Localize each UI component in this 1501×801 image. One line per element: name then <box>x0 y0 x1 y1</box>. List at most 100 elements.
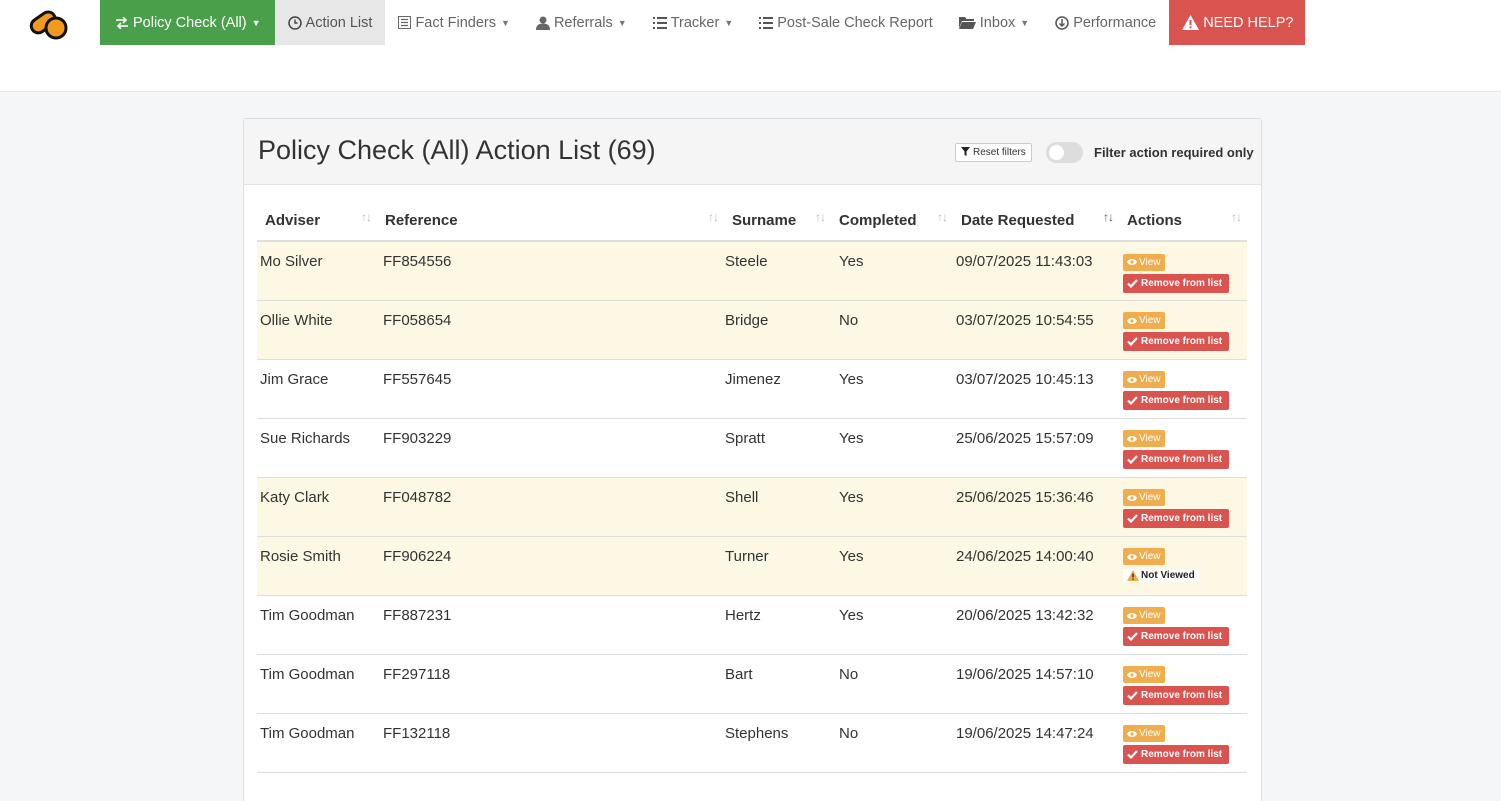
nav-fact-finders-label: Fact Finders <box>415 14 497 31</box>
nav-referrals[interactable]: Referrals ▼ <box>523 0 640 45</box>
eye-icon <box>1127 730 1137 738</box>
nav-policy-check-label: Policy Check (All) <box>133 14 247 31</box>
view-button[interactable]: View <box>1123 607 1165 624</box>
column-header-surname[interactable]: Surname ↑↓ <box>724 201 831 242</box>
table-row: Rosie Smith FF906224 Turner Yes 24/06/2025 1… <box>257 536 1247 596</box>
list-icon <box>759 16 774 29</box>
cell-surname: Bart <box>724 654 831 714</box>
reset-filters-button[interactable]: Reset filters <box>955 143 1032 162</box>
eye-icon <box>1127 553 1137 561</box>
eye-icon <box>1127 376 1137 384</box>
eye-icon <box>1127 435 1137 443</box>
cell-actions: View Remove from list <box>1119 654 1247 714</box>
checkmark-icon <box>1127 337 1138 346</box>
cell-actions: View Remove from list <box>1119 595 1247 655</box>
nav-fact-finders[interactable]: Fact Finders ▼ <box>385 0 523 45</box>
cell-completed: Yes <box>831 241 953 301</box>
cell-reference: FF903229 <box>377 418 724 478</box>
sort-icon: ↑↓ <box>937 210 948 224</box>
nav-policy-check[interactable]: Policy Check (All) ▼ <box>100 0 275 45</box>
cell-completed: Yes <box>831 595 953 655</box>
panel-header: Policy Check (All) Action List (69) Rese… <box>244 119 1261 185</box>
user-icon <box>535 16 550 30</box>
table-row: Katy Clark FF048782 Shell Yes 25/06/2025 15:… <box>257 477 1247 537</box>
chevron-down-icon: ▼ <box>1020 17 1030 28</box>
checkmark-icon <box>1127 750 1138 759</box>
cell-completed: No <box>831 300 953 360</box>
view-button[interactable]: View <box>1123 430 1165 447</box>
cell-completed: Yes <box>831 477 953 537</box>
view-button[interactable]: View <box>1123 666 1165 683</box>
action-list-panel: Policy Check (All) Action List (69) Rese… <box>243 118 1262 801</box>
sort-icon: ↑↓ <box>815 210 826 224</box>
cell-date-requested: 24/06/2025 14:00:40 <box>953 536 1119 596</box>
cell-adviser: Ollie White <box>257 300 377 360</box>
sort-icon: ↑↓ <box>708 210 719 224</box>
checkmark-icon <box>1127 691 1138 700</box>
column-header-actions[interactable]: Actions ↑↓ <box>1119 201 1247 242</box>
chevron-down-icon: ▼ <box>251 17 261 28</box>
need-help-label: NEED HELP? <box>1203 14 1294 31</box>
cell-reference: FF297118 <box>377 654 724 714</box>
cell-completed: No <box>831 713 953 773</box>
nav-inbox-label: Inbox <box>979 14 1016 31</box>
column-header-adviser[interactable]: Adviser ↑↓ <box>257 201 377 242</box>
nav-tracker[interactable]: Tracker ▼ <box>640 0 747 45</box>
view-button[interactable]: View <box>1123 253 1165 271</box>
view-button[interactable]: View <box>1123 548 1165 565</box>
cell-completed: Yes <box>831 536 953 596</box>
nav-inbox[interactable]: Inbox ▼ <box>946 0 1042 45</box>
nav-post-sale-check-report[interactable]: Post-Sale Check Report <box>746 0 946 45</box>
nav-action-list[interactable]: Action List <box>274 0 386 45</box>
view-button[interactable]: View <box>1123 371 1165 388</box>
column-header-date-requested[interactable]: Date Requested ↑↓ <box>953 201 1119 242</box>
need-help-button[interactable]: NEED HELP? <box>1169 0 1306 45</box>
reset-filters-label: Reset filters <box>973 147 1026 158</box>
view-button[interactable]: View <box>1123 489 1165 506</box>
view-button[interactable]: View <box>1123 312 1165 329</box>
cell-actions: View Remove from list <box>1119 300 1247 360</box>
cell-actions: View Not Viewed <box>1119 536 1247 596</box>
cell-actions: View Remove from list <box>1119 418 1247 478</box>
remove-from-list-button[interactable]: Remove from list <box>1123 273 1229 293</box>
sort-desc-icon: ↑↓ <box>1103 210 1114 224</box>
table-row: Tim Goodman FF132118 Stephens No 19/06/2025 … <box>257 713 1247 773</box>
eye-icon <box>1127 317 1137 325</box>
remove-from-list-button[interactable]: Remove from list <box>1123 450 1229 469</box>
not-viewed-badge: Not Viewed <box>1123 569 1199 582</box>
cell-adviser: Tim Goodman <box>257 654 377 714</box>
chevron-down-icon: ▼ <box>501 17 510 28</box>
cell-surname: Spratt <box>724 418 831 478</box>
page-title: Policy Check (All) Action List (69) <box>258 135 656 165</box>
cell-reference: FF048782 <box>377 477 724 537</box>
document-list-icon <box>398 16 412 29</box>
action-required-toggle[interactable] <box>1046 142 1083 163</box>
top-navbar: Policy Check (All) ▼ Action List Fact Fi… <box>0 0 1501 92</box>
toggle-knob <box>1049 145 1064 160</box>
nav-performance-label: Performance <box>1073 14 1157 31</box>
view-button[interactable]: View <box>1123 725 1165 742</box>
column-header-completed[interactable]: Completed ↑↓ <box>831 201 953 242</box>
cell-actions: View Remove from list <box>1119 477 1247 537</box>
nav-performance[interactable]: Performance <box>1042 0 1169 45</box>
table-body: Mo Silver FF854556 Steele Yes 09/07/2025 11:… <box>257 241 1247 773</box>
remove-from-list-button[interactable]: Remove from list <box>1123 686 1229 705</box>
cell-surname: Hertz <box>724 595 831 655</box>
cell-actions: View Remove from list <box>1119 713 1247 773</box>
cell-completed: Yes <box>831 418 953 478</box>
cell-reference: FF557645 <box>377 359 724 419</box>
remove-from-list-button[interactable]: Remove from list <box>1123 745 1229 764</box>
checkmark-icon <box>1127 396 1138 405</box>
remove-from-list-button[interactable]: Remove from list <box>1123 509 1229 528</box>
swap-arrows-icon <box>115 16 129 29</box>
table-row: Jim Grace FF557645 Jimenez Yes 03/07/2025 10… <box>257 359 1247 419</box>
remove-from-list-button[interactable]: Remove from list <box>1123 627 1229 646</box>
table-header-row: Adviser ↑↓ Reference ↑↓ Surname ↑↓ Complete… <box>257 201 1247 242</box>
column-header-reference[interactable]: Reference ↑↓ <box>377 201 724 242</box>
cell-adviser: Jim Grace <box>257 359 377 419</box>
nav-referrals-label: Referrals <box>553 14 613 31</box>
nav-post-sale-label: Post-Sale Check Report <box>777 14 933 31</box>
remove-from-list-button[interactable]: Remove from list <box>1123 332 1229 351</box>
remove-from-list-button[interactable]: Remove from list <box>1123 391 1229 410</box>
brand-logo-icon[interactable] <box>27 3 71 41</box>
